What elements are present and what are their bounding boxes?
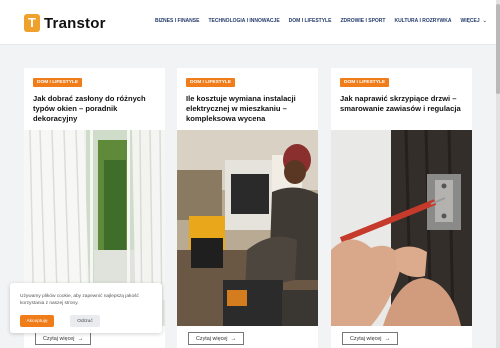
arrow-right-icon: → [230,335,237,342]
cookie-message: Używamy plików cookie, aby zapewnić najl… [20,294,139,306]
page-scrollbar[interactable] [496,0,500,348]
arrow-right-icon: → [384,335,391,342]
site-header: T Transtor BIZNES I FINANSE TECHNOLOGIA … [0,0,500,45]
decline-cookies-button[interactable]: Odrzuć [70,315,100,327]
article-card: DOM I LIFESTYLE Jak naprawić skrzypiące … [331,68,472,348]
nav-item-kultura[interactable]: KULTURA I ROZRYWKA [394,18,451,24]
nav-item-technologia[interactable]: TECHNOLOGIA I INNOWACJE [208,18,279,24]
nav-item-more[interactable]: WIĘCEJ ⌄ [460,18,486,24]
scrollbar-thumb[interactable] [496,4,500,94]
article-image-electrician[interactable] [177,130,318,326]
read-more-label: Czytaj więcej [350,335,382,342]
main-nav: BIZNES I FINANSE TECHNOLOGIA I INNOWACJE… [155,18,496,24]
category-badge[interactable]: DOM I LIFESTYLE [186,78,236,87]
logo-text: Transtor [44,14,106,32]
read-more-label: Czytaj więcej [43,335,75,342]
nav-item-zdrowie[interactable]: ZDROWIE I SPORT [340,18,385,24]
read-more-button[interactable]: Czytaj więcej → [35,332,92,345]
nav-more-label: WIĘCEJ [460,18,480,24]
article-card: DOM I LIFESTYLE Ile kosztuje wymiana ins… [177,68,318,348]
article-title[interactable]: Jak dobrać zasłony do różnych typów okie… [33,94,161,124]
article-image-hinge[interactable] [331,130,472,326]
read-more-button[interactable]: Czytaj więcej → [188,332,245,345]
logo-mark: T [24,14,40,32]
nav-item-biznes[interactable]: BIZNES I FINANSE [155,18,199,24]
read-more-button[interactable]: Czytaj więcej → [342,332,399,345]
read-more-label: Czytaj więcej [196,335,228,342]
chevron-down-icon: ⌄ [482,18,487,24]
accept-cookies-button[interactable]: Akceptuję [20,315,54,327]
nav-item-dom[interactable]: DOM I LIFESTYLE [289,18,332,24]
arrow-right-icon: → [77,335,84,342]
category-badge[interactable]: DOM I LIFESTYLE [33,78,83,87]
article-title[interactable]: Ile kosztuje wymiana instalacji elektryc… [186,94,314,124]
cookie-banner: Używamy plików cookie, aby zapewnić najl… [10,283,162,333]
article-title[interactable]: Jak naprawić skrzypiące drzwi – smarowan… [340,94,468,114]
site-logo[interactable]: T Transtor [24,12,106,34]
category-badge[interactable]: DOM I LIFESTYLE [340,78,390,87]
